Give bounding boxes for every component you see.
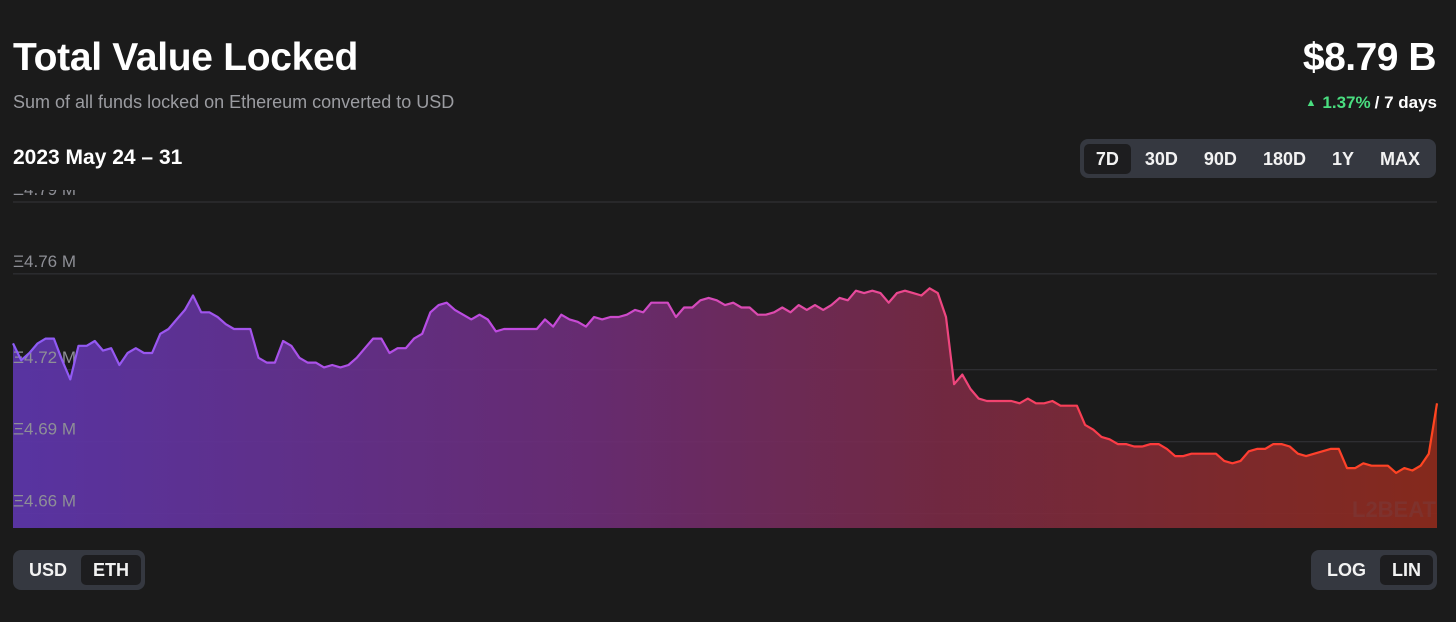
y-tick-label: Ξ4.76 M bbox=[13, 252, 76, 271]
range-option-180d[interactable]: 180D bbox=[1251, 144, 1318, 174]
tvl-chart: Ξ4.79 M Ξ4.76 M Ξ4.72 M Ξ4.69 M Ξ4.66 M L2BE… bbox=[12, 190, 1439, 528]
y-tick-label: Ξ4.79 M bbox=[13, 190, 76, 199]
up-arrow-icon: ▲ bbox=[1305, 97, 1317, 109]
y-tick-label: Ξ4.66 M bbox=[13, 492, 76, 511]
total-value: $8.79 B bbox=[1302, 36, 1437, 79]
time-range-selector: 7D 30D 90D 180D 1Y MAX bbox=[1079, 139, 1436, 178]
change-indicator: ▲ 1.37% / 7 days bbox=[1306, 93, 1437, 113]
y-tick-label: Ξ4.69 M bbox=[13, 420, 76, 439]
currency-option-eth[interactable]: ETH bbox=[81, 555, 142, 585]
scale-option-lin[interactable]: LIN bbox=[1380, 555, 1433, 585]
date-range: 2023 May 24 – 31 bbox=[13, 146, 183, 169]
change-period: / 7 days bbox=[1374, 93, 1437, 112]
range-option-90d[interactable]: 90D bbox=[1192, 144, 1249, 174]
l2beat-watermark: L2BEAT bbox=[1352, 497, 1436, 522]
currency-selector: USD ETH bbox=[13, 550, 146, 590]
y-tick-label: Ξ4.72 M bbox=[13, 348, 76, 367]
range-option-30d[interactable]: 30D bbox=[1133, 144, 1190, 174]
page-subtitle: Sum of all funds locked on Ethereum conv… bbox=[13, 92, 455, 112]
scale-selector: LOG LIN bbox=[1311, 550, 1437, 590]
range-option-max[interactable]: MAX bbox=[1368, 144, 1432, 174]
range-option-1y[interactable]: 1Y bbox=[1320, 144, 1366, 174]
scale-option-log[interactable]: LOG bbox=[1315, 555, 1378, 585]
range-option-7d[interactable]: 7D bbox=[1083, 143, 1131, 174]
page-title: Total Value Locked bbox=[13, 36, 358, 79]
change-percent: 1.37% bbox=[1322, 93, 1371, 112]
currency-option-usd[interactable]: USD bbox=[17, 555, 79, 585]
